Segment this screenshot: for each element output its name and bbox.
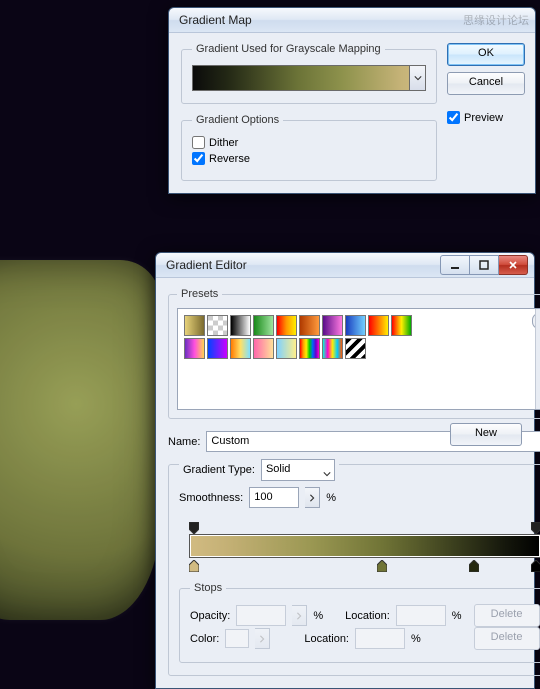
presets-grid [184,315,424,359]
preset-swatch[interactable] [345,315,366,336]
percent-label: % [326,492,336,504]
opacity-stop-handle[interactable] [531,522,540,534]
percent-label-2: % [313,610,323,622]
stops-legend: Stops [190,582,226,594]
color-swatch [225,629,249,648]
opacity-stepper [292,605,307,626]
gradient-settings-group: Gradient Type: Solid Smoothness: % [168,464,540,676]
gradient-type-value: Solid [266,463,290,475]
color-stop-handle[interactable] [531,560,540,572]
chevron-down-icon [414,74,422,82]
opacity-location-label: Location: [345,610,390,622]
preset-swatch[interactable] [322,338,343,359]
gradient-options-legend: Gradient Options [192,114,283,126]
window-buttons [440,255,528,275]
stops-group: Stops Opacity: % Location: % Delete [179,582,540,663]
preset-swatch[interactable] [345,338,366,359]
gradient-map-title: Gradient Map [179,13,463,27]
preset-swatch[interactable] [322,315,343,336]
color-label: Color: [190,633,219,645]
color-stop-handle[interactable] [469,560,479,572]
dither-checkbox-label[interactable]: Dither [192,136,238,149]
gradient-editor-bar[interactable] [189,534,540,558]
percent-label-3: % [452,610,462,622]
preview-label: Preview [464,112,503,124]
presets-group: Presets [168,288,540,419]
preset-swatch[interactable] [299,315,320,336]
gradient-preview-strip[interactable] [192,65,426,91]
grayscale-mapping-group: Gradient Used for Grayscale Mapping [181,43,437,104]
chevron-down-icon [323,466,331,484]
percent-label-4: % [411,633,421,645]
preset-swatch[interactable] [230,315,251,336]
chevron-right-icon [258,635,266,643]
color-location-label: Location: [304,633,349,645]
preset-swatch[interactable] [253,338,274,359]
preview-checkbox[interactable] [447,111,460,124]
preset-swatch[interactable] [276,338,297,359]
preset-swatch[interactable] [253,315,274,336]
smoothness-stepper[interactable] [305,487,320,508]
new-button[interactable]: New [450,423,522,446]
opacity-delete-button: Delete [474,604,540,627]
minimize-icon [450,260,460,270]
color-stepper [255,628,270,649]
grayscale-mapping-legend: Gradient Used for Grayscale Mapping [192,43,385,55]
smoothness-input[interactable] [249,487,299,508]
name-label: Name: [168,436,200,448]
presets-legend: Presets [177,288,222,300]
gradient-type-select[interactable]: Solid [261,459,335,481]
preset-swatch[interactable] [276,315,297,336]
cancel-button[interactable]: Cancel [447,72,525,95]
reverse-checkbox-label[interactable]: Reverse [192,152,250,165]
dither-text: Dither [209,137,238,149]
watermark-sub: 思缘设计论坛 [463,12,529,28]
preset-swatch[interactable] [368,315,389,336]
window-minimize-button[interactable] [440,255,470,275]
opacity-stop-handle[interactable] [189,522,199,534]
window-maximize-button[interactable] [470,255,499,275]
gradient-map-titlebar[interactable]: Gradient Map 思缘设计论坛 [169,8,535,33]
preset-swatch[interactable] [184,338,205,359]
color-stop-handle[interactable] [189,560,199,572]
chevron-right-icon [308,494,316,502]
background-artwork [0,260,160,620]
opacity-label: Opacity: [190,610,230,622]
preset-swatch[interactable] [230,338,251,359]
gradient-strip-dropdown[interactable] [409,66,425,90]
preset-swatch[interactable] [299,338,320,359]
color-stop-handle[interactable] [377,560,387,572]
color-location-input [355,628,405,649]
opacity-location-input [396,605,446,626]
preset-swatch[interactable] [207,315,228,336]
color-delete-button: Delete [474,627,540,650]
presets-scrollbar[interactable] [535,309,540,409]
reverse-checkbox[interactable] [192,152,205,165]
gradient-editor-title: Gradient Editor [166,258,440,272]
gradient-editor-dialog: Gradient Editor Presets Name: [155,252,535,689]
dither-checkbox[interactable] [192,136,205,149]
preset-swatch[interactable] [207,338,228,359]
presets-box [177,308,540,410]
opacity-input [236,605,286,626]
gradient-map-dialog: Gradient Map 思缘设计论坛 Gradient Used for Gr… [168,7,536,194]
preset-swatch[interactable] [391,315,412,336]
ok-button[interactable]: OK [447,43,525,66]
window-close-button[interactable] [499,255,528,275]
gradient-type-label: Gradient Type: [183,464,255,476]
gradient-options-group: Gradient Options Dither Reverse [181,114,437,181]
close-icon [508,260,518,270]
maximize-icon [479,260,489,270]
chevron-right-icon [295,612,303,620]
preset-swatch[interactable] [184,315,205,336]
gradient-editor-bar-wrap [183,522,540,572]
gradient-editor-titlebar[interactable]: Gradient Editor [156,253,534,278]
smoothness-label: Smoothness: [179,492,243,504]
reverse-text: Reverse [209,153,250,165]
preview-checkbox-row[interactable]: Preview [447,111,525,124]
